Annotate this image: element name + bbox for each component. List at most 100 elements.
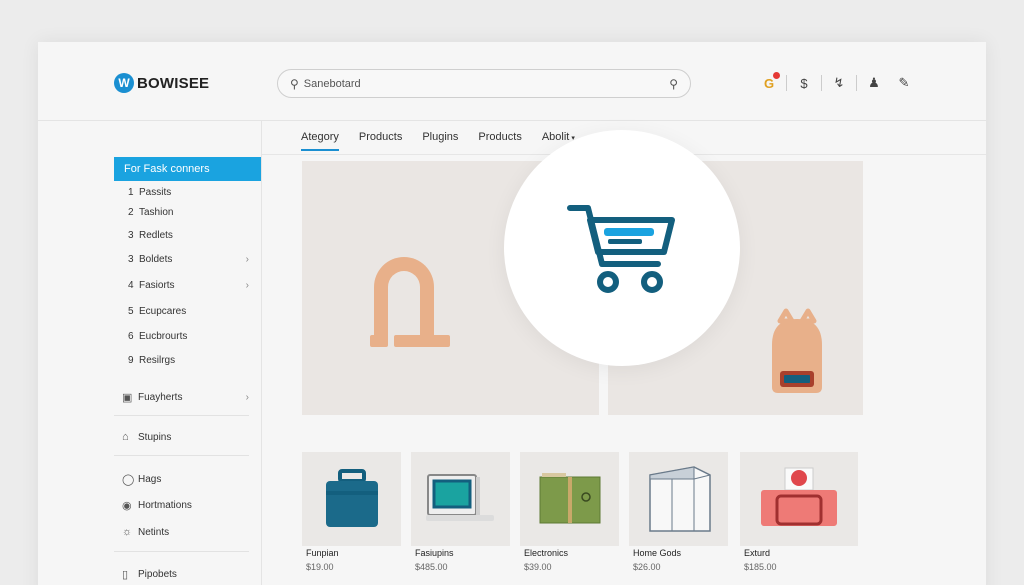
divider xyxy=(856,75,857,91)
search-submit-icon[interactable]: ⚲ xyxy=(669,77,678,91)
sidebar-item-label: Boldets xyxy=(139,254,173,265)
sidebar-item-label: Eucbrourts xyxy=(139,331,188,342)
search-input[interactable]: Sanebotard xyxy=(304,78,669,90)
tab-category[interactable]: Ategory xyxy=(301,131,339,151)
chevron-right-icon: › xyxy=(245,254,249,265)
sidebar-item-label: Redlets xyxy=(139,230,173,241)
sidebar-group-featured[interactable]: ▣ Fuayherts › xyxy=(114,391,249,404)
monitor-icon xyxy=(425,474,494,521)
chart-icon[interactable]: ↯ xyxy=(824,75,854,91)
sidebar-item-label: Tashion xyxy=(139,207,174,218)
tag-icon: ◯ xyxy=(122,474,135,486)
item-number: 3 xyxy=(128,254,134,265)
app-window: W BOWISEE ⚲ Sanebotard ⚲ G $ ↯ ♟ ✎ Atego… xyxy=(38,42,986,585)
product-card[interactable]: Exturd $185.00 xyxy=(740,452,860,572)
divider xyxy=(114,455,249,456)
box-icon xyxy=(648,466,711,532)
item-number: 9 xyxy=(128,355,134,366)
category-tabs: Ategory Products Plugins Products Abolit… xyxy=(301,131,595,151)
magnet-illustration xyxy=(374,257,434,339)
product-card[interactable]: Fasiupins $485.00 xyxy=(411,452,510,572)
divider xyxy=(821,75,822,91)
product-card[interactable]: Funpian $19.00 xyxy=(302,452,401,572)
backpack-illustration xyxy=(772,308,822,393)
item-number: 3 xyxy=(128,230,134,241)
product-card[interactable]: Home Gods $26.00 xyxy=(629,452,728,572)
sidebar-item-label: Ecupcares xyxy=(139,306,187,317)
product-price: $485.00 xyxy=(415,562,448,572)
bag-icon xyxy=(325,469,378,527)
product-image xyxy=(520,452,619,546)
product-name: Fasiupins xyxy=(415,548,454,558)
tab-products[interactable]: Products xyxy=(359,131,402,151)
sidebar-group-label: Fuayherts xyxy=(138,392,183,403)
chevron-right-icon: › xyxy=(245,392,249,403)
magnet-foot-left xyxy=(370,335,388,347)
sidebar-group-stores[interactable]: ⌂ Stupins xyxy=(114,431,249,443)
sidebar-item-label: Fasiorts xyxy=(139,280,175,291)
product-name: Funpian xyxy=(306,548,339,558)
user-icon[interactable]: ♟ xyxy=(859,75,889,91)
product-price: $39.00 xyxy=(524,562,552,572)
logo[interactable]: W BOWISEE xyxy=(114,73,209,93)
sidebar-item[interactable]: 5 Ecupcares xyxy=(114,306,249,317)
info-icon: ◉ xyxy=(122,500,132,512)
sidebar-group-products[interactable]: ▯ Pipobets xyxy=(114,568,249,581)
printer-icon xyxy=(761,467,837,526)
box-icon: ▯ xyxy=(122,569,129,581)
sidebar-group-tags[interactable]: ◯ Hags xyxy=(114,473,249,486)
item-number: 4 xyxy=(128,280,134,291)
dollar-icon[interactable]: $ xyxy=(789,76,819,91)
tab-plugins[interactable]: Plugins xyxy=(422,131,458,151)
edit-icon[interactable]: ✎ xyxy=(889,75,919,91)
sidebar-item[interactable]: 4 Fasiorts › xyxy=(114,280,249,291)
item-number: 5 xyxy=(128,306,134,317)
sidebar-group-network[interactable]: ☼ Netints xyxy=(114,526,249,538)
sidebar-item[interactable]: 1 Passits xyxy=(114,187,249,198)
product-price: $185.00 xyxy=(744,562,777,572)
product-price: $19.00 xyxy=(306,562,334,572)
globe-icon: ☼ xyxy=(122,526,133,538)
search-bar[interactable]: ⚲ Sanebotard ⚲ xyxy=(277,69,691,98)
divider xyxy=(114,415,249,416)
shopping-cart-icon xyxy=(567,205,675,293)
sidebar-divider xyxy=(261,120,262,585)
sidebar-item[interactable]: 6 Eucbrourts xyxy=(114,331,249,342)
header-divider xyxy=(38,120,986,121)
item-number: 1 xyxy=(128,187,134,198)
sidebar-item[interactable]: 3 Redlets xyxy=(114,230,249,241)
sidebar-group-label: Stupins xyxy=(138,431,172,443)
sidebar: For Fask conners xyxy=(114,157,261,181)
sidebar-group-label: Hags xyxy=(138,474,162,485)
cart-badge[interactable] xyxy=(504,130,740,366)
sidebar-group-information[interactable]: ◉ Hortmations xyxy=(114,499,249,512)
product-name: Home Gods xyxy=(633,548,682,558)
sidebar-item[interactable]: 3 Boldets › xyxy=(114,254,249,265)
sidebar-item-label: Passits xyxy=(139,187,172,198)
notification-badge xyxy=(773,71,780,79)
sidebar-item[interactable]: 9 Resilrgs xyxy=(114,355,249,366)
sidebar-item[interactable]: 2 Tashion xyxy=(114,207,249,218)
tab-about-label: Abolit xyxy=(541,131,570,143)
product-name: Exturd xyxy=(744,548,771,558)
product-image xyxy=(629,452,728,546)
book-icon xyxy=(539,473,600,524)
tab-products-2[interactable]: Products xyxy=(478,131,521,151)
product-price: $26.00 xyxy=(633,562,661,572)
sidebar-heading[interactable]: For Fask conners xyxy=(114,157,261,181)
divider xyxy=(786,75,787,91)
sidebar-group-label: Pipobets xyxy=(138,569,177,580)
sidebar-item-label: Resilrgs xyxy=(139,355,176,366)
magnet-foot-right xyxy=(394,335,450,347)
sidebar-group-label: Netints xyxy=(138,526,170,538)
item-number: 2 xyxy=(128,207,134,218)
product-card[interactable]: Electronics $39.00 xyxy=(520,452,619,572)
sidebar-group-label: Hortmations xyxy=(138,500,192,511)
google-icon[interactable]: G xyxy=(754,71,784,91)
gift-icon: ▣ xyxy=(122,392,133,404)
item-number: 6 xyxy=(128,331,134,342)
product-image xyxy=(740,452,858,546)
logo-text: BOWISEE xyxy=(137,74,210,92)
header-actions: G $ ↯ ♟ ✎ xyxy=(754,71,919,91)
divider xyxy=(114,551,249,552)
